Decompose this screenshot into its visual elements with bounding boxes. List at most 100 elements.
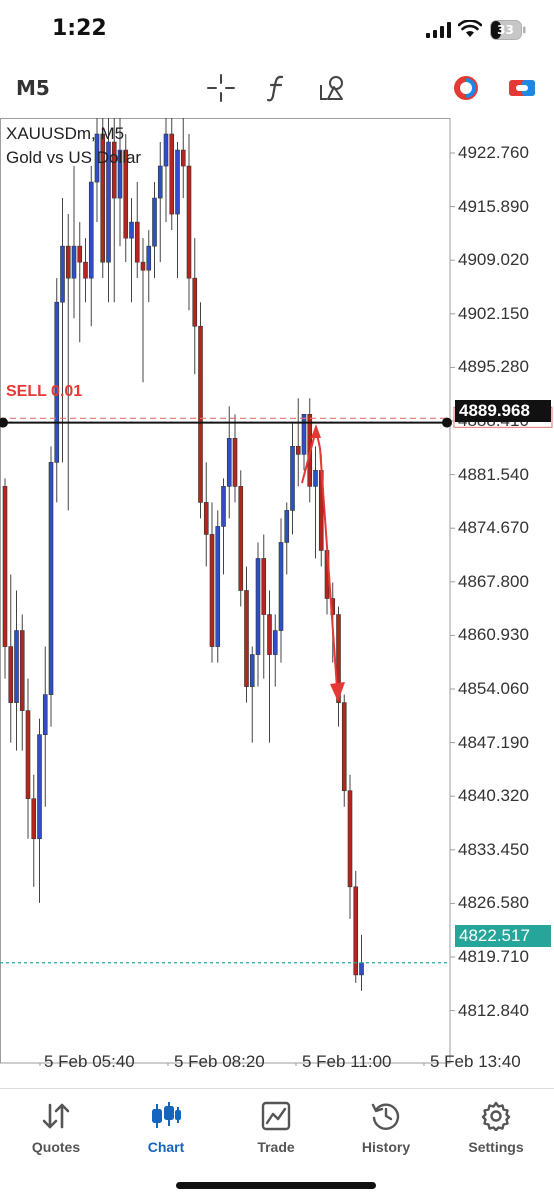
time-axis-label: 5 Feb 11:00 (302, 1052, 392, 1071)
trading-toggle-icon[interactable] (506, 72, 538, 104)
price-axis-label: 4854.060 (458, 679, 529, 698)
candle-body (169, 133, 175, 215)
sell-order-label[interactable]: SELL 0.01 (6, 383, 82, 401)
candle-body (261, 558, 267, 615)
candle-body (31, 798, 37, 840)
signal-icon (426, 22, 451, 38)
candle-body (14, 630, 19, 703)
candle-body (83, 261, 88, 279)
function-icon[interactable] (262, 72, 294, 104)
candle-body (198, 325, 203, 503)
status-bar: 1:22 33 (0, 0, 554, 60)
battery-level: 33 (497, 23, 514, 37)
candle-body (8, 646, 14, 703)
candle-body (42, 694, 48, 735)
annotation-arrow-down (319, 447, 338, 689)
price-axis-label: 4902.150 (458, 303, 529, 323)
candle-body (180, 149, 186, 167)
candle-body (2, 486, 8, 647)
current-price-handle (0, 417, 8, 428)
candle-body (152, 197, 157, 247)
candle-body (353, 886, 359, 976)
one-click-trading-icon[interactable] (450, 72, 482, 104)
candle-body (37, 734, 42, 840)
price-axis-label: 4909.020 (458, 250, 529, 270)
nav-history[interactable]: History (336, 1101, 436, 1161)
price-axis-label: 4833.450 (458, 839, 529, 859)
candle-body (226, 438, 232, 487)
candle-body (255, 558, 261, 655)
price-axis-label: 4915.890 (458, 196, 529, 216)
nav-chart[interactable]: Chart (116, 1101, 216, 1161)
price-axis-label: 4812.840 (458, 1000, 529, 1020)
candle-body (267, 614, 272, 655)
candle-body (301, 414, 307, 455)
candle-body (192, 277, 198, 327)
nav-label: Trade (257, 1139, 295, 1155)
candle-body (48, 462, 54, 695)
price-axis-label: 4840.320 (458, 786, 529, 806)
price-axis-label: 4895.280 (458, 357, 529, 377)
price-axis-label: 4881.540 (458, 464, 529, 484)
annotation-arrowhead (311, 424, 321, 438)
candle-body (290, 446, 295, 511)
quotes-icon (42, 1103, 70, 1129)
price-axis-label: 4860.930 (458, 625, 529, 645)
price-axis-label: 4874.670 (458, 518, 529, 538)
objects-icon[interactable] (316, 72, 348, 104)
candle-body (140, 261, 146, 271)
nav-settings[interactable]: Settings (446, 1101, 546, 1161)
trade-icon (261, 1101, 291, 1131)
bid-price-tag: 4822.517 (455, 925, 551, 947)
price-axis-label: 4847.190 (458, 732, 529, 752)
current-price-tag: 4889.968 (455, 400, 551, 422)
candle-body (209, 534, 215, 647)
nav-trade[interactable]: Trade (226, 1101, 326, 1161)
candle-body (157, 165, 163, 199)
candle-body (238, 486, 244, 591)
crosshair-icon[interactable] (205, 72, 237, 104)
candle-body (232, 438, 238, 487)
chart-toolbar: M5 (0, 64, 554, 112)
wifi-icon (458, 20, 482, 37)
candle-body (134, 221, 140, 263)
candle-body (25, 710, 31, 800)
candle-body (77, 245, 83, 263)
history-icon (371, 1103, 400, 1130)
candle-body (249, 654, 255, 687)
candle-body (347, 790, 353, 888)
candle-body (60, 245, 65, 303)
candle-body (65, 245, 71, 279)
candlestick-chart-icon (152, 1102, 181, 1128)
candle-body (203, 502, 209, 535)
timeframe-button[interactable]: M5 (16, 76, 50, 100)
time-axis-label: 5 Feb 08:20 (174, 1052, 265, 1071)
home-indicator (176, 1182, 376, 1189)
time-axis-label: 5 Feb 05:40 (44, 1052, 135, 1071)
candle-body (295, 446, 301, 455)
candle-body (129, 221, 134, 239)
candle-body (244, 590, 249, 687)
candle-body (175, 149, 180, 215)
price-axis-label: 4867.800 (458, 571, 529, 591)
candle-body (313, 470, 318, 487)
candle-body (163, 133, 169, 167)
price-axis-label: 4922.760 (458, 143, 529, 162)
price-chart[interactable]: XAUUSDm, M5 Gold vs US Dollar SELL 0.01 … (0, 118, 554, 1168)
candle-body (88, 181, 94, 279)
nav-label: History (361, 1139, 411, 1155)
candle-body (19, 630, 25, 711)
symbol-title: XAUUSDm, M5 (6, 124, 125, 143)
candle-body (71, 245, 77, 279)
gear-icon (481, 1101, 511, 1131)
candle-body (359, 962, 364, 976)
price-axis-label: 4826.580 (458, 893, 529, 913)
annotation-arrowhead (330, 682, 345, 702)
nav-label: Quotes (31, 1139, 81, 1155)
status-time: 1:22 (52, 16, 107, 41)
nav-quotes[interactable]: Quotes (6, 1101, 106, 1161)
candle-body (146, 245, 152, 271)
candle-body (278, 542, 284, 631)
nav-label: Chart (147, 1139, 185, 1155)
candle-body (221, 486, 226, 527)
